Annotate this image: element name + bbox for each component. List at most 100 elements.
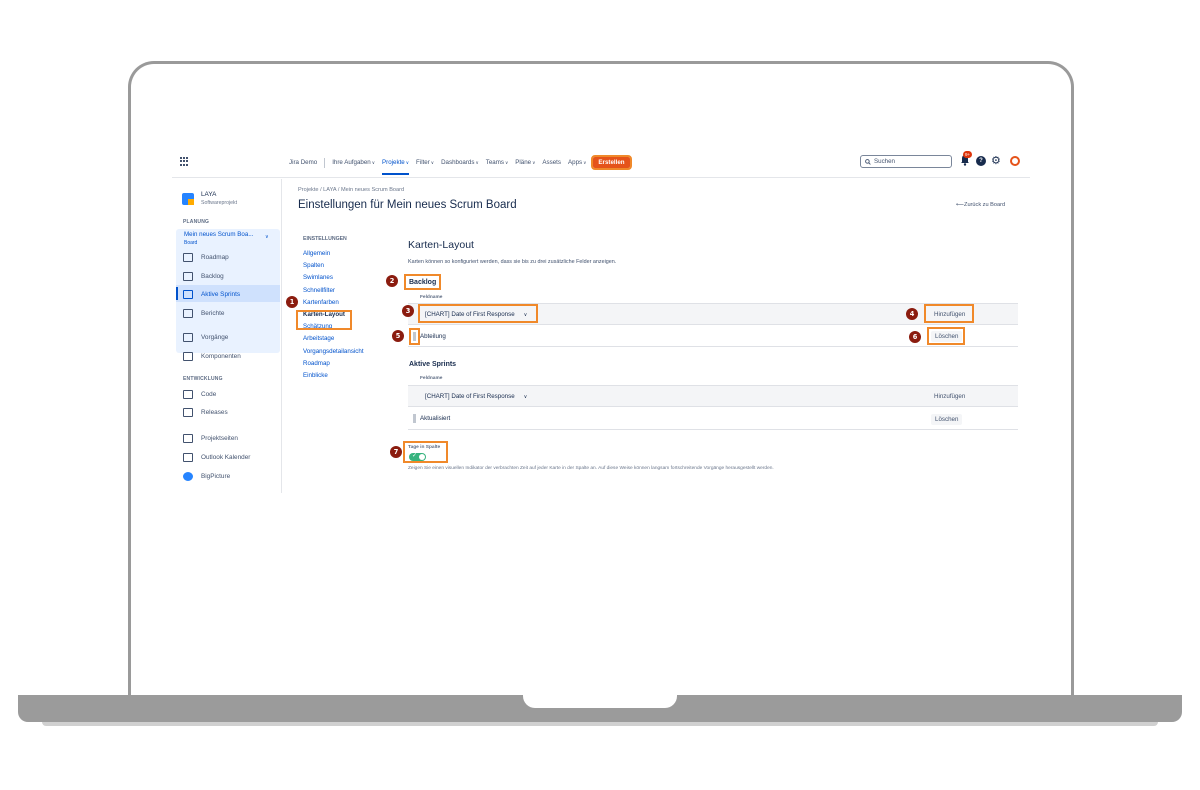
app-switcher-icon[interactable] <box>180 157 189 166</box>
annotation-badge-1: 1 <box>286 296 298 308</box>
site-name[interactable]: Jira Demo <box>289 159 317 166</box>
backlog-field-header: Feldname <box>420 295 443 300</box>
chevron-down-icon: ∨ <box>430 160 435 165</box>
sprints-delete-button[interactable]: Löschen <box>931 414 963 425</box>
days-in-column-description: Zeigen Sie einen visuellen Indikator der… <box>408 466 774 471</box>
laptop-base-shadow <box>42 722 1158 726</box>
nav-dashboards[interactable]: Dashboards∨ <box>441 159 479 166</box>
outlook-icon <box>183 453 193 462</box>
planning-section-label: PLANUNG <box>183 219 210 225</box>
search-input[interactable]: Suchen <box>860 155 952 168</box>
drag-handle-icon[interactable] <box>413 414 416 423</box>
sidebar-item-reports[interactable]: Berichte <box>183 309 224 318</box>
sidebar-item-roadmap[interactable]: Roadmap <box>183 253 229 262</box>
releases-ship-icon <box>183 408 193 417</box>
sprints-add-button[interactable]: Hinzufügen <box>930 391 970 402</box>
annotation-badge-7: 7 <box>390 446 402 458</box>
sidebar-item-issues[interactable]: Vorgänge <box>183 333 228 342</box>
components-icon <box>183 352 193 361</box>
project-sidebar: LAYA Softwareprojekt PLANUNG Mein neues … <box>172 179 282 493</box>
help-icon[interactable]: ? <box>976 156 986 166</box>
sidebar-item-active-sprints[interactable]: Aktive Sprints <box>183 290 240 299</box>
annotation-badge-3: 3 <box>402 305 414 317</box>
nav-separator <box>324 157 326 168</box>
chevron-down-icon: ∨ <box>475 160 479 165</box>
settings-nav-columns[interactable]: Spalten <box>303 260 364 272</box>
chevron-down-icon: ∨ <box>371 160 376 165</box>
sidebar-item-project-pages[interactable]: Projektseiten <box>183 434 238 443</box>
code-icon <box>183 390 193 399</box>
sprints-field-header: Feldname <box>420 376 443 381</box>
chevron-down-icon: ∨ <box>532 160 536 165</box>
create-button[interactable]: Erstellen <box>591 155 632 170</box>
jira-screen: Jira Demo Ihre Aufgaben∨ Projekte∨ Filte… <box>172 148 1030 493</box>
nav-items: Jira Demo Ihre Aufgaben∨ Projekte∨ Filte… <box>289 155 632 175</box>
issues-icon <box>183 333 193 342</box>
backlog-field-name: Abteilung <box>420 333 446 340</box>
annotation-badge-4: 4 <box>906 308 918 320</box>
settings-nav-swimlanes[interactable]: Swimlanes <box>303 272 364 284</box>
settings-nav-roadmap[interactable]: Roadmap <box>303 358 364 370</box>
search-icon <box>865 158 871 165</box>
notification-count-badge: 9+ <box>963 151 973 158</box>
annotation-badge-2: 2 <box>386 275 398 287</box>
backlog-icon <box>183 272 193 281</box>
page-icon <box>183 434 193 443</box>
settings-nav-card-colors[interactable]: Kartenfarben <box>303 297 364 309</box>
project-avatar-icon <box>182 193 194 205</box>
back-to-board-link[interactable]: ⟵Zurück zu Board <box>956 202 1005 208</box>
bigpicture-icon <box>183 472 193 481</box>
sprints-field-name: Aktualisiert <box>420 415 451 422</box>
highlight-delete-button <box>927 327 965 345</box>
sidebar-item-components[interactable]: Komponenten <box>183 352 241 361</box>
highlight-card-layout <box>296 310 352 330</box>
board-columns-icon <box>183 290 193 299</box>
settings-gear-icon[interactable]: ⚙ <box>991 154 1001 168</box>
card-layout-title: Karten-Layout <box>408 239 474 251</box>
settings-nav-insights[interactable]: Einblicke <box>303 370 364 382</box>
active-sprints-section-title: Aktive Sprints <box>409 361 457 368</box>
project-type: Softwareprojekt <box>201 200 238 206</box>
settings-nav-quick-filters[interactable]: Schnellfilter <box>303 285 364 297</box>
settings-nav-issue-detail-view[interactable]: Vorgangsdetailansicht <box>303 346 364 358</box>
nav-plans[interactable]: Pläne∨ <box>515 159 535 166</box>
breadcrumb[interactable]: Projekte / LAYA / Mein neues Scrum Board <box>298 187 404 193</box>
settings-nav-working-days[interactable]: Arbeitstage <box>303 333 364 345</box>
nav-filters[interactable]: Filter∨ <box>416 159 434 166</box>
nav-your-work[interactable]: Ihre Aufgaben∨ <box>332 159 375 166</box>
highlight-add-button <box>924 304 974 323</box>
chevron-down-icon: ∨ <box>505 160 509 165</box>
user-avatar[interactable] <box>1010 156 1020 166</box>
highlight-backlog <box>404 274 441 290</box>
sidebar-item-backlog[interactable]: Backlog <box>183 272 224 281</box>
settings-nav-general[interactable]: Allgemein <box>303 248 364 260</box>
chevron-down-icon[interactable]: ∨ <box>265 234 269 240</box>
top-navigation: Jira Demo Ihre Aufgaben∨ Projekte∨ Filte… <box>172 148 1030 178</box>
development-section-label: ENTWICKLUNG <box>183 376 223 382</box>
highlight-toggle <box>403 441 448 463</box>
sprints-field-select[interactable]: [CHART] Date of First Response ∨ <box>425 393 527 400</box>
nav-assets[interactable]: Assets <box>542 159 561 166</box>
page-title: Einstellungen für Mein neues Scrum Board <box>298 199 517 211</box>
chevron-down-icon: ∨ <box>523 394 528 400</box>
settings-nav-label: EINSTELLUNGEN <box>303 236 347 242</box>
board-name[interactable]: Mein neues Scrum Boa... <box>184 231 253 238</box>
sidebar-item-code[interactable]: Code <box>183 390 216 399</box>
sidebar-item-releases[interactable]: Releases <box>183 408 228 417</box>
annotation-badge-5: 5 <box>392 330 404 342</box>
card-layout-description: Karten können so konfiguriert werden, da… <box>408 259 617 265</box>
nav-teams[interactable]: Teams∨ <box>486 159 509 166</box>
roadmap-icon <box>183 253 193 262</box>
reports-chart-icon <box>183 309 193 318</box>
board-type: Board <box>184 240 198 246</box>
laptop-notch <box>523 695 677 708</box>
sidebar-item-outlook-calendar[interactable]: Outlook Kalender <box>183 453 250 462</box>
sidebar-item-bigpicture[interactable]: BigPicture <box>183 472 230 481</box>
project-name[interactable]: LAYA <box>201 191 216 198</box>
nav-projects[interactable]: Projekte∨ <box>382 159 410 175</box>
nav-apps[interactable]: Apps∨ <box>568 159 586 166</box>
annotation-badge-6: 6 <box>909 331 921 343</box>
chevron-down-icon: ∨ <box>405 160 410 165</box>
chevron-down-icon: ∨ <box>583 160 587 165</box>
sprints-field-row <box>408 407 1018 430</box>
